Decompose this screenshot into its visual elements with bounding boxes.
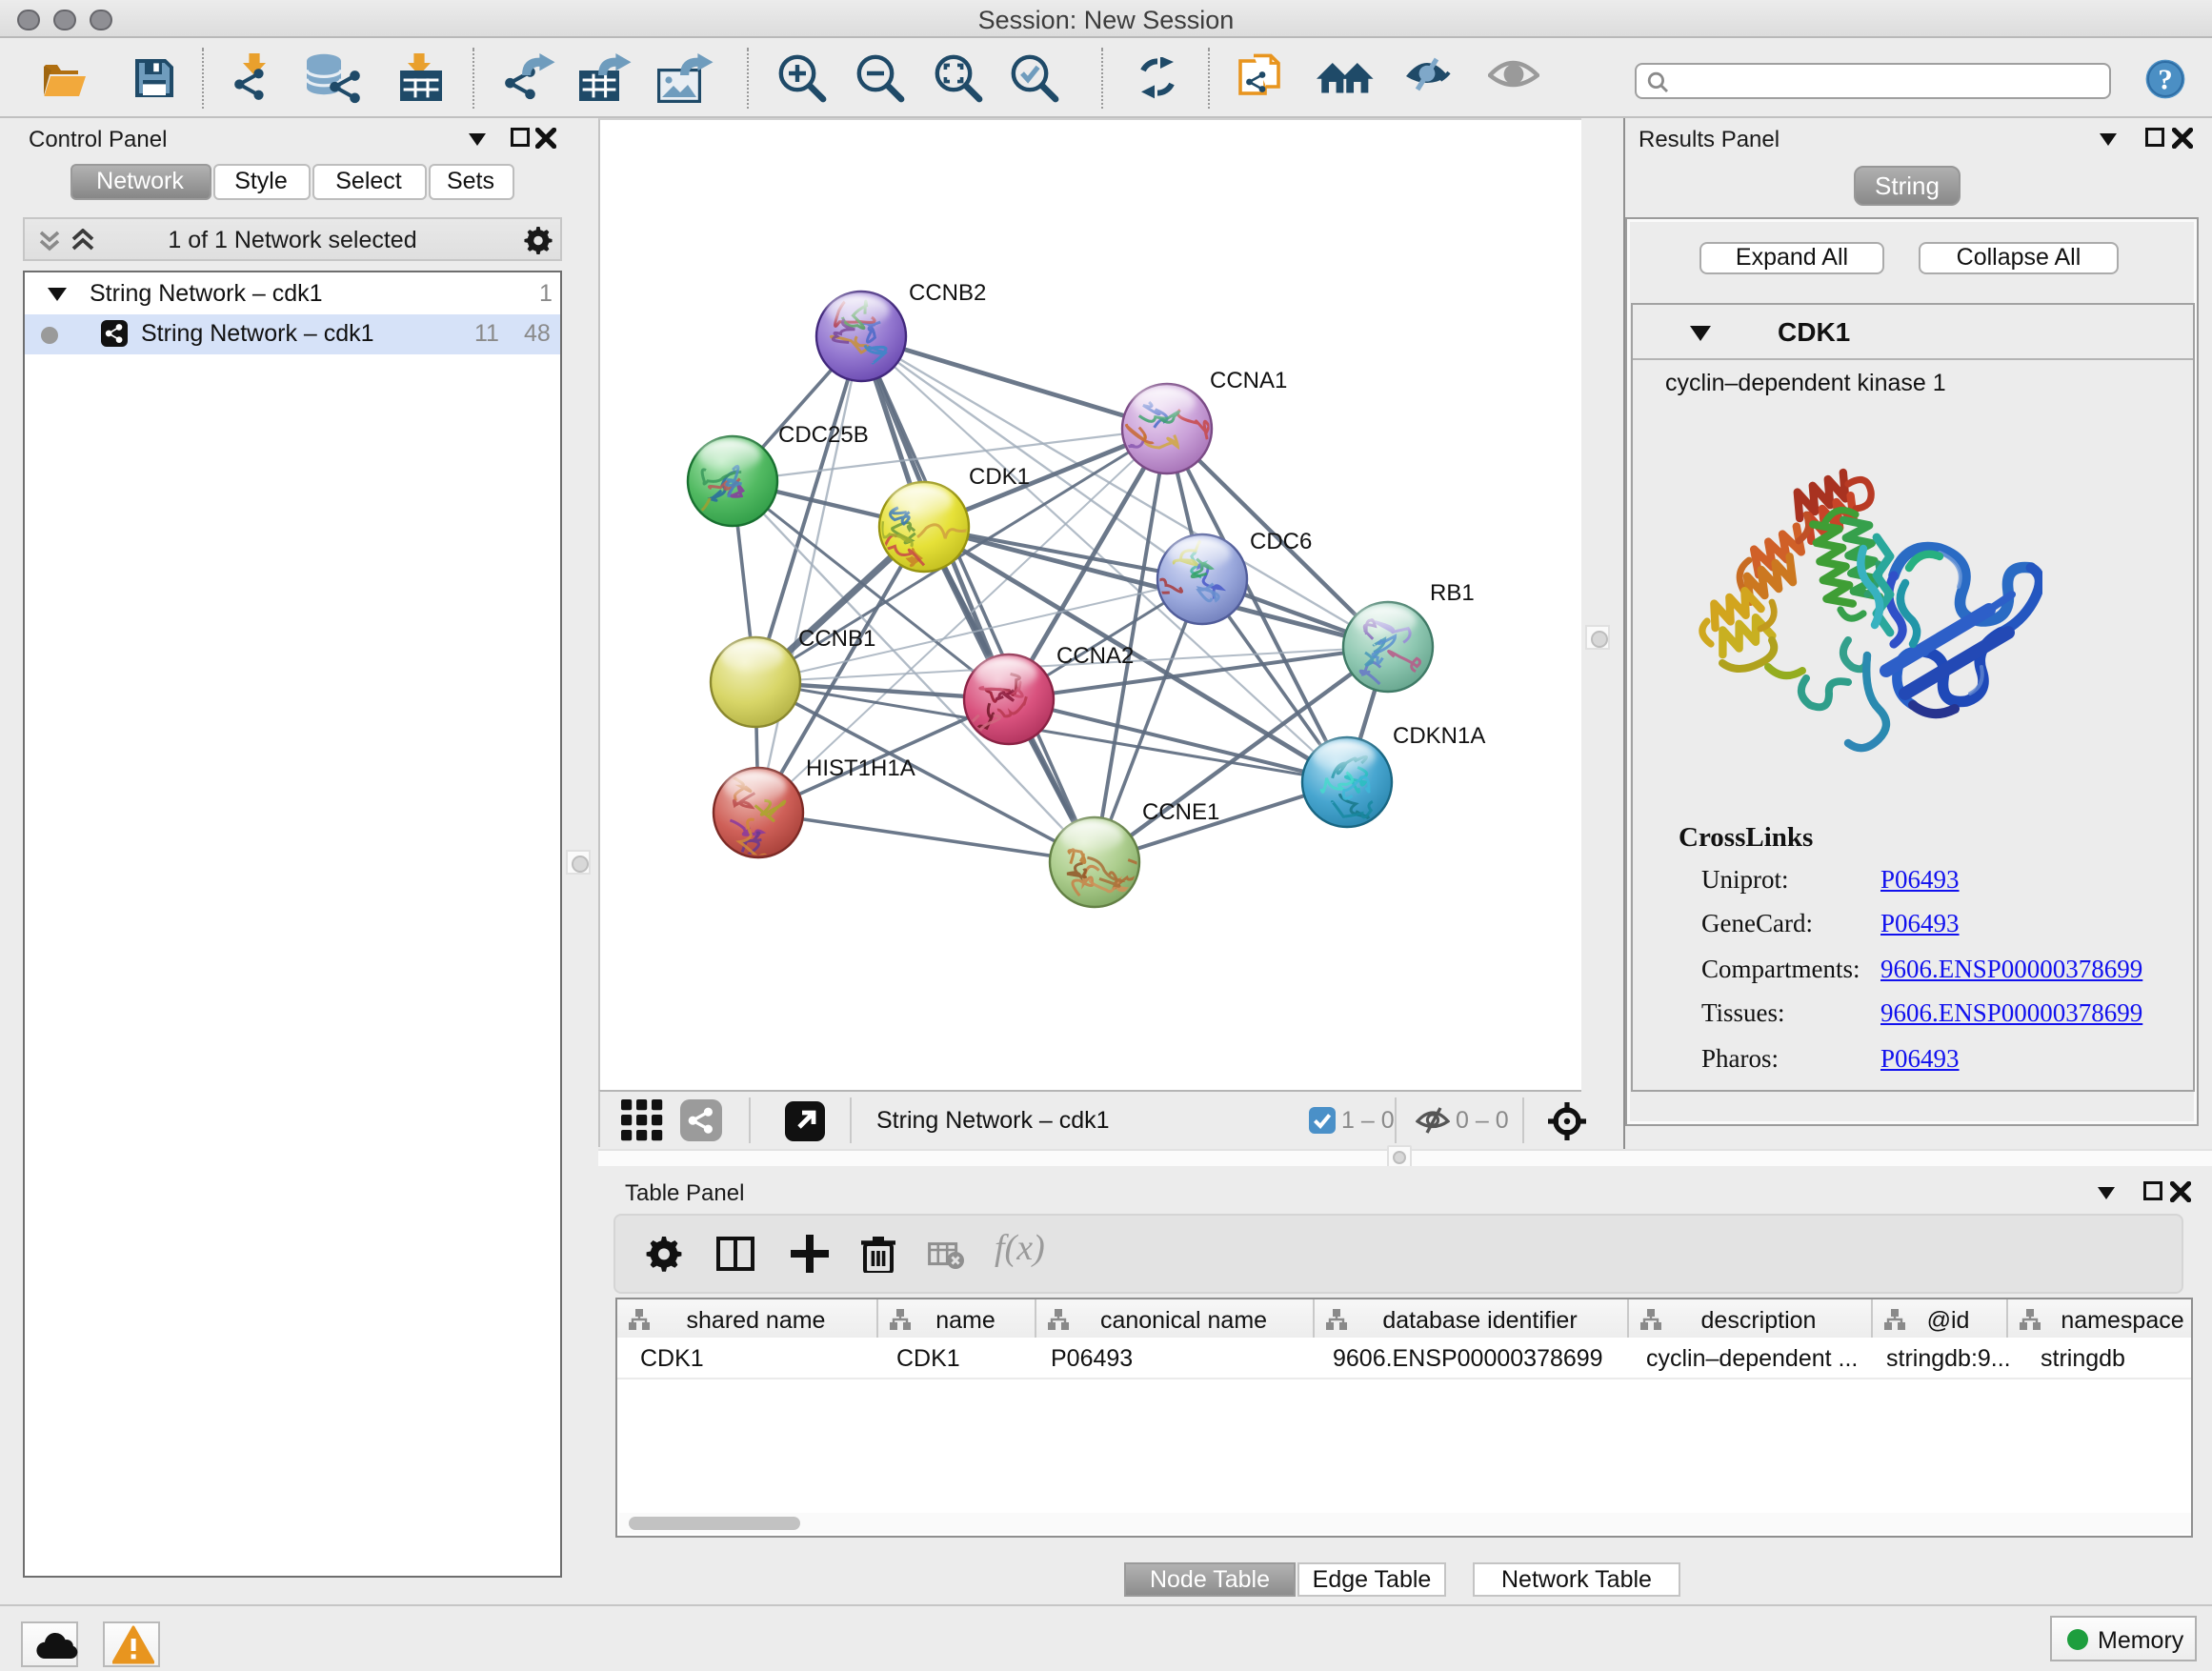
svg-text:CCNA1: CCNA1 [1210,368,1287,393]
svg-text:CDK1: CDK1 [969,464,1030,490]
svg-text:RB1: RB1 [1430,580,1475,606]
svg-text:CCNA2: CCNA2 [1056,643,1134,669]
svg-text:CDC25B: CDC25B [778,422,869,448]
svg-text:CCNB1: CCNB1 [798,626,875,652]
svg-text:?: ? [2158,63,2173,96]
svg-text:CCNB2: CCNB2 [909,280,986,306]
svg-text:f(x): f(x) [995,1229,1045,1268]
svg-text:CDKN1A: CDKN1A [1393,723,1485,749]
svg-text:HIST1H1A: HIST1H1A [806,755,915,781]
svg-text:CDC6: CDC6 [1250,529,1312,554]
svg-text:CCNE1: CCNE1 [1142,799,1219,825]
